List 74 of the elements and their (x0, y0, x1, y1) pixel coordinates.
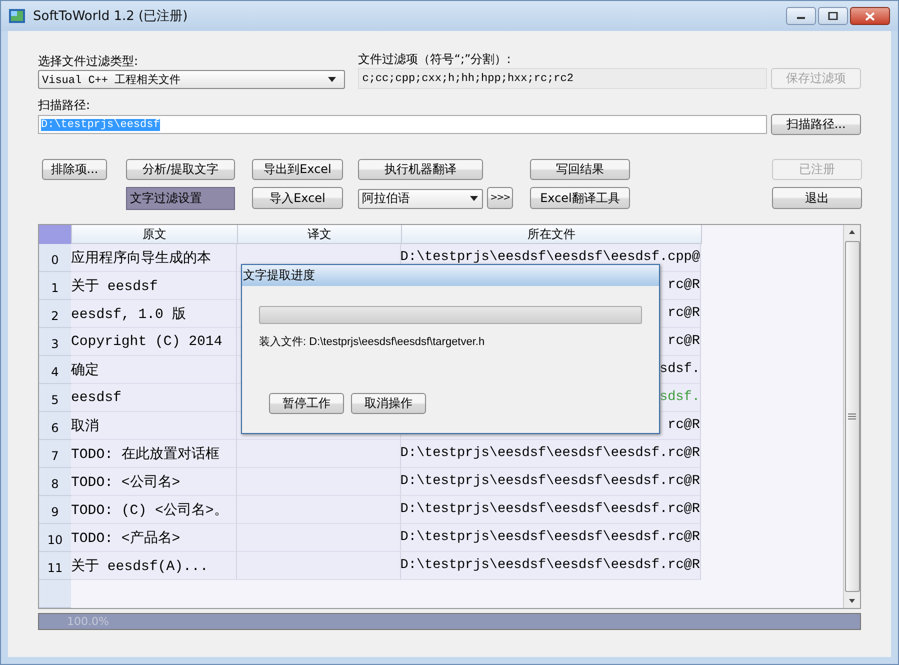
action-button[interactable]: 分析/提取文字 (126, 159, 235, 180)
table-cell: TODO: 在此放置对话框 (71, 440, 237, 468)
table-cell: D:\testprjs\eesdsf\eesdsf\eesdsf.rc@R (401, 474, 700, 489)
dialog-title: 文字提取进度 (242, 265, 659, 286)
row-number: 3 (39, 328, 71, 356)
table-cell: 应用程序向导生成的本 (71, 244, 237, 272)
table-cell: 关于 eesdsf(A)... (71, 552, 237, 580)
table-cell: rc@R (668, 334, 700, 349)
table-cell: 取消 (71, 412, 237, 440)
filter-type-label: 选择文件过滤类型: (38, 53, 140, 70)
table-cell: D:\testprjs\eesdsf\eesdsf\eesdsf.rc@R (401, 446, 700, 461)
grip-icon (848, 413, 856, 420)
grid-corner (39, 225, 72, 244)
dropdown-arrow-icon (470, 196, 478, 201)
row-number: 0 (39, 244, 71, 272)
app-icon (9, 9, 25, 23)
table-cell: D:\testprjs\eesdsf\eesdsf\eesdsf.rc@R (401, 530, 700, 545)
dialog-button[interactable]: 暂停工作 (269, 393, 344, 414)
action-button[interactable]: 排除项... (42, 159, 107, 180)
scan-path-button[interactable]: 扫描路径... (771, 114, 861, 135)
minimize-button[interactable] (786, 7, 816, 25)
window-title: SoftToWorld 1.2 (已注册) (33, 8, 188, 25)
scan-path-label: 扫描路径: (38, 97, 92, 114)
close-button[interactable] (850, 7, 890, 25)
row-header (39, 580, 71, 608)
table-cell: Copyright (C) 2014 (71, 328, 237, 356)
row-number: 7 (39, 440, 71, 468)
close-icon (865, 12, 875, 20)
table-cell: rc@R (668, 418, 700, 433)
table-cell: rc@R (668, 306, 700, 321)
dropdown-arrow-icon (328, 77, 336, 82)
action-button[interactable]: 写回结果 (530, 159, 630, 180)
table-cell: D:\testprjs\eesdsf\eesdsf\eesdsf.cpp@ (401, 250, 700, 265)
row-number: 10 (39, 524, 71, 552)
dialog-button[interactable]: 取消操作 (351, 393, 426, 414)
row-number: 1 (39, 272, 71, 300)
row-number: 5 (39, 384, 71, 412)
action-button[interactable]: 执行机器翻译 (358, 159, 483, 180)
column-header[interactable]: 所在文件 (402, 225, 702, 244)
row-number: 6 (39, 412, 71, 440)
table-cell: D:\testprjs\eesdsf\eesdsf\eesdsf.rc@R (401, 502, 700, 517)
table-cell: TODO: <产品名> (71, 524, 237, 552)
action-button[interactable]: 导出到Excel (252, 159, 343, 180)
filter-type-dropdown[interactable]: Visual C++ 工程相关文件 (38, 70, 346, 89)
row-number: 8 (39, 468, 71, 496)
table-cell: sdsf. (659, 362, 700, 377)
table-cell: TODO: (C) <公司名>。 (71, 496, 237, 524)
action-button[interactable]: Excel翻译工具 (530, 187, 630, 209)
scrollbar[interactable] (843, 225, 860, 608)
table-cell: D:\testprjs\eesdsf\eesdsf\eesdsf.rc@R (401, 558, 700, 573)
table-cell: rc@R (668, 278, 700, 293)
action-button[interactable]: >>> (487, 187, 513, 209)
column-header[interactable]: 译文 (238, 225, 402, 244)
filter-items-label: 文件过滤项（符号“;”分割）: (358, 51, 512, 68)
filter-settings-label[interactable]: 文字过滤设置 (126, 187, 235, 210)
column-header[interactable]: 原文 (72, 225, 238, 244)
maximize-icon (828, 12, 838, 20)
loading-status: 装入文件: D:\testprjs\eesdsf\eesdsf\targetver.h (259, 334, 486, 349)
table-cell: eesdsf, 1.0 版 (71, 300, 237, 328)
row-number: 9 (39, 496, 71, 524)
action-button[interactable]: 退出 (772, 187, 862, 209)
table-cell: eesdsf (71, 384, 237, 412)
filter-items-field[interactable]: c;cc;cpp;cxx;h;hh;hpp;hxx;rc;rc2 (358, 68, 768, 89)
table-cell: TODO: <公司名> (71, 468, 237, 496)
row-number: 4 (39, 356, 71, 384)
row-number: 11 (39, 552, 71, 580)
language-dropdown[interactable]: 阿拉伯语 (358, 188, 483, 208)
scroll-thumb[interactable] (844, 241, 860, 592)
table-cell: 确定 (71, 356, 237, 384)
table-cell: 关于 eesdsf (71, 272, 237, 300)
maximize-button[interactable] (818, 7, 848, 25)
row-number: 2 (39, 300, 71, 328)
table-cell: sdsf. (659, 390, 700, 405)
action-button[interactable]: 导入Excel (252, 187, 343, 209)
